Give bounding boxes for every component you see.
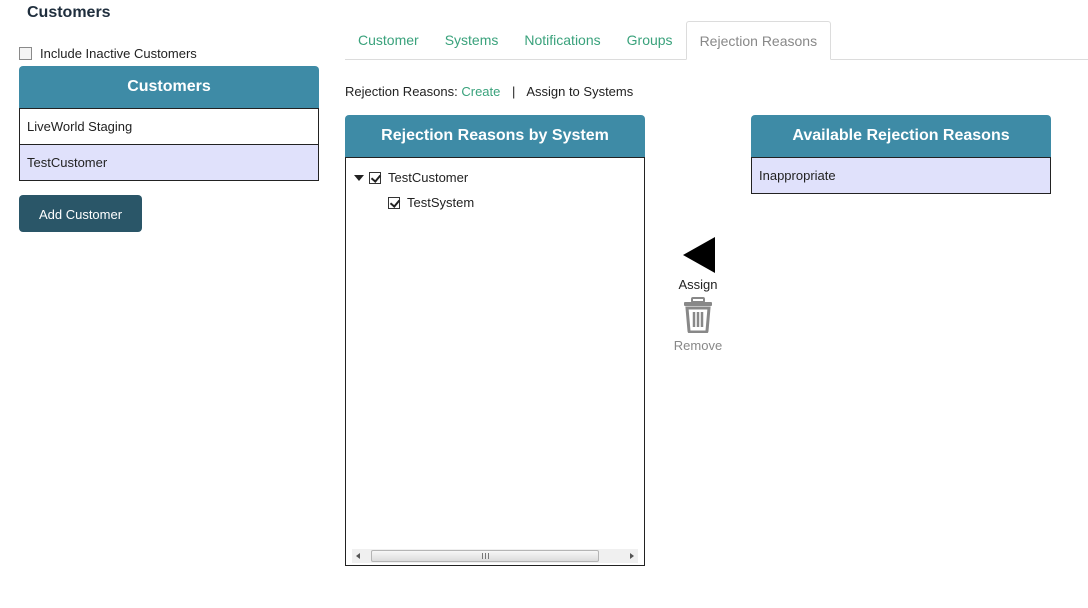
tree-node-label: TestCustomer [388,170,469,185]
left-arrow-icon[interactable] [683,237,715,273]
assign-label: Assign [678,277,718,292]
horizontal-scrollbar[interactable] [352,549,638,563]
scroll-right-icon[interactable] [630,553,634,559]
remove-label: Remove [673,338,723,353]
tab-groups[interactable]: Groups [614,21,686,59]
customers-list: LiveWorld Staging TestCustomer [19,108,319,181]
include-inactive-row[interactable]: Include Inactive Customers [19,46,197,61]
trash-icon[interactable] [682,297,714,334]
available-rejection-reasons-panel: Available Rejection Reasons Inappropriat… [751,115,1051,194]
include-inactive-checkbox[interactable] [19,47,32,60]
tab-systems[interactable]: Systems [432,21,512,59]
tab-rejection-reasons[interactable]: Rejection Reasons [685,21,832,60]
scroll-left-icon[interactable] [356,553,360,559]
tab-customer[interactable]: Customer [345,21,432,59]
remove-button[interactable]: Remove [672,297,724,353]
tree-node-testsystem[interactable]: TestSystem [388,195,474,210]
rejection-reasons-subnav: Rejection Reasons: Create | Assign to Sy… [345,84,633,99]
checked-checkbox-icon[interactable] [369,171,381,184]
customers-panel: Customers LiveWorld Staging TestCustomer [19,66,319,181]
subnav-separator: | [512,84,516,99]
expand-caret-icon[interactable] [354,174,364,181]
system-tree: TestCustomer TestSystem [345,157,645,566]
available-panel-header: Available Rejection Reasons [751,115,1051,157]
available-list: Inappropriate [751,157,1051,194]
tree-node-testcustomer[interactable]: TestCustomer [354,170,468,185]
available-item-inappropriate[interactable]: Inappropriate [752,157,1050,193]
tab-bar: Customer Systems Notifications Groups Re… [345,21,1088,60]
rejection-reasons-by-system-panel: Rejection Reasons by System TestCustomer… [345,115,645,566]
customer-item-liveworld-staging[interactable]: LiveWorld Staging [20,108,318,144]
create-link[interactable]: Create [461,84,500,99]
customer-item-testcustomer[interactable]: TestCustomer [20,144,318,180]
assign-to-systems-link[interactable]: Assign to Systems [526,84,633,99]
scrollbar-thumb[interactable] [371,550,599,562]
checked-checkbox-icon[interactable] [388,196,400,209]
tab-notifications[interactable]: Notifications [511,21,613,59]
grip-icon [481,553,489,559]
assign-button[interactable]: Assign [672,237,724,292]
customers-panel-header: Customers [19,66,319,108]
include-inactive-label: Include Inactive Customers [40,46,197,61]
by-system-panel-header: Rejection Reasons by System [345,115,645,157]
tree-node-label: TestSystem [407,195,475,210]
page-title: Customers [27,4,111,21]
add-customer-button[interactable]: Add Customer [19,195,142,232]
subnav-prefix: Rejection Reasons: [345,84,458,99]
